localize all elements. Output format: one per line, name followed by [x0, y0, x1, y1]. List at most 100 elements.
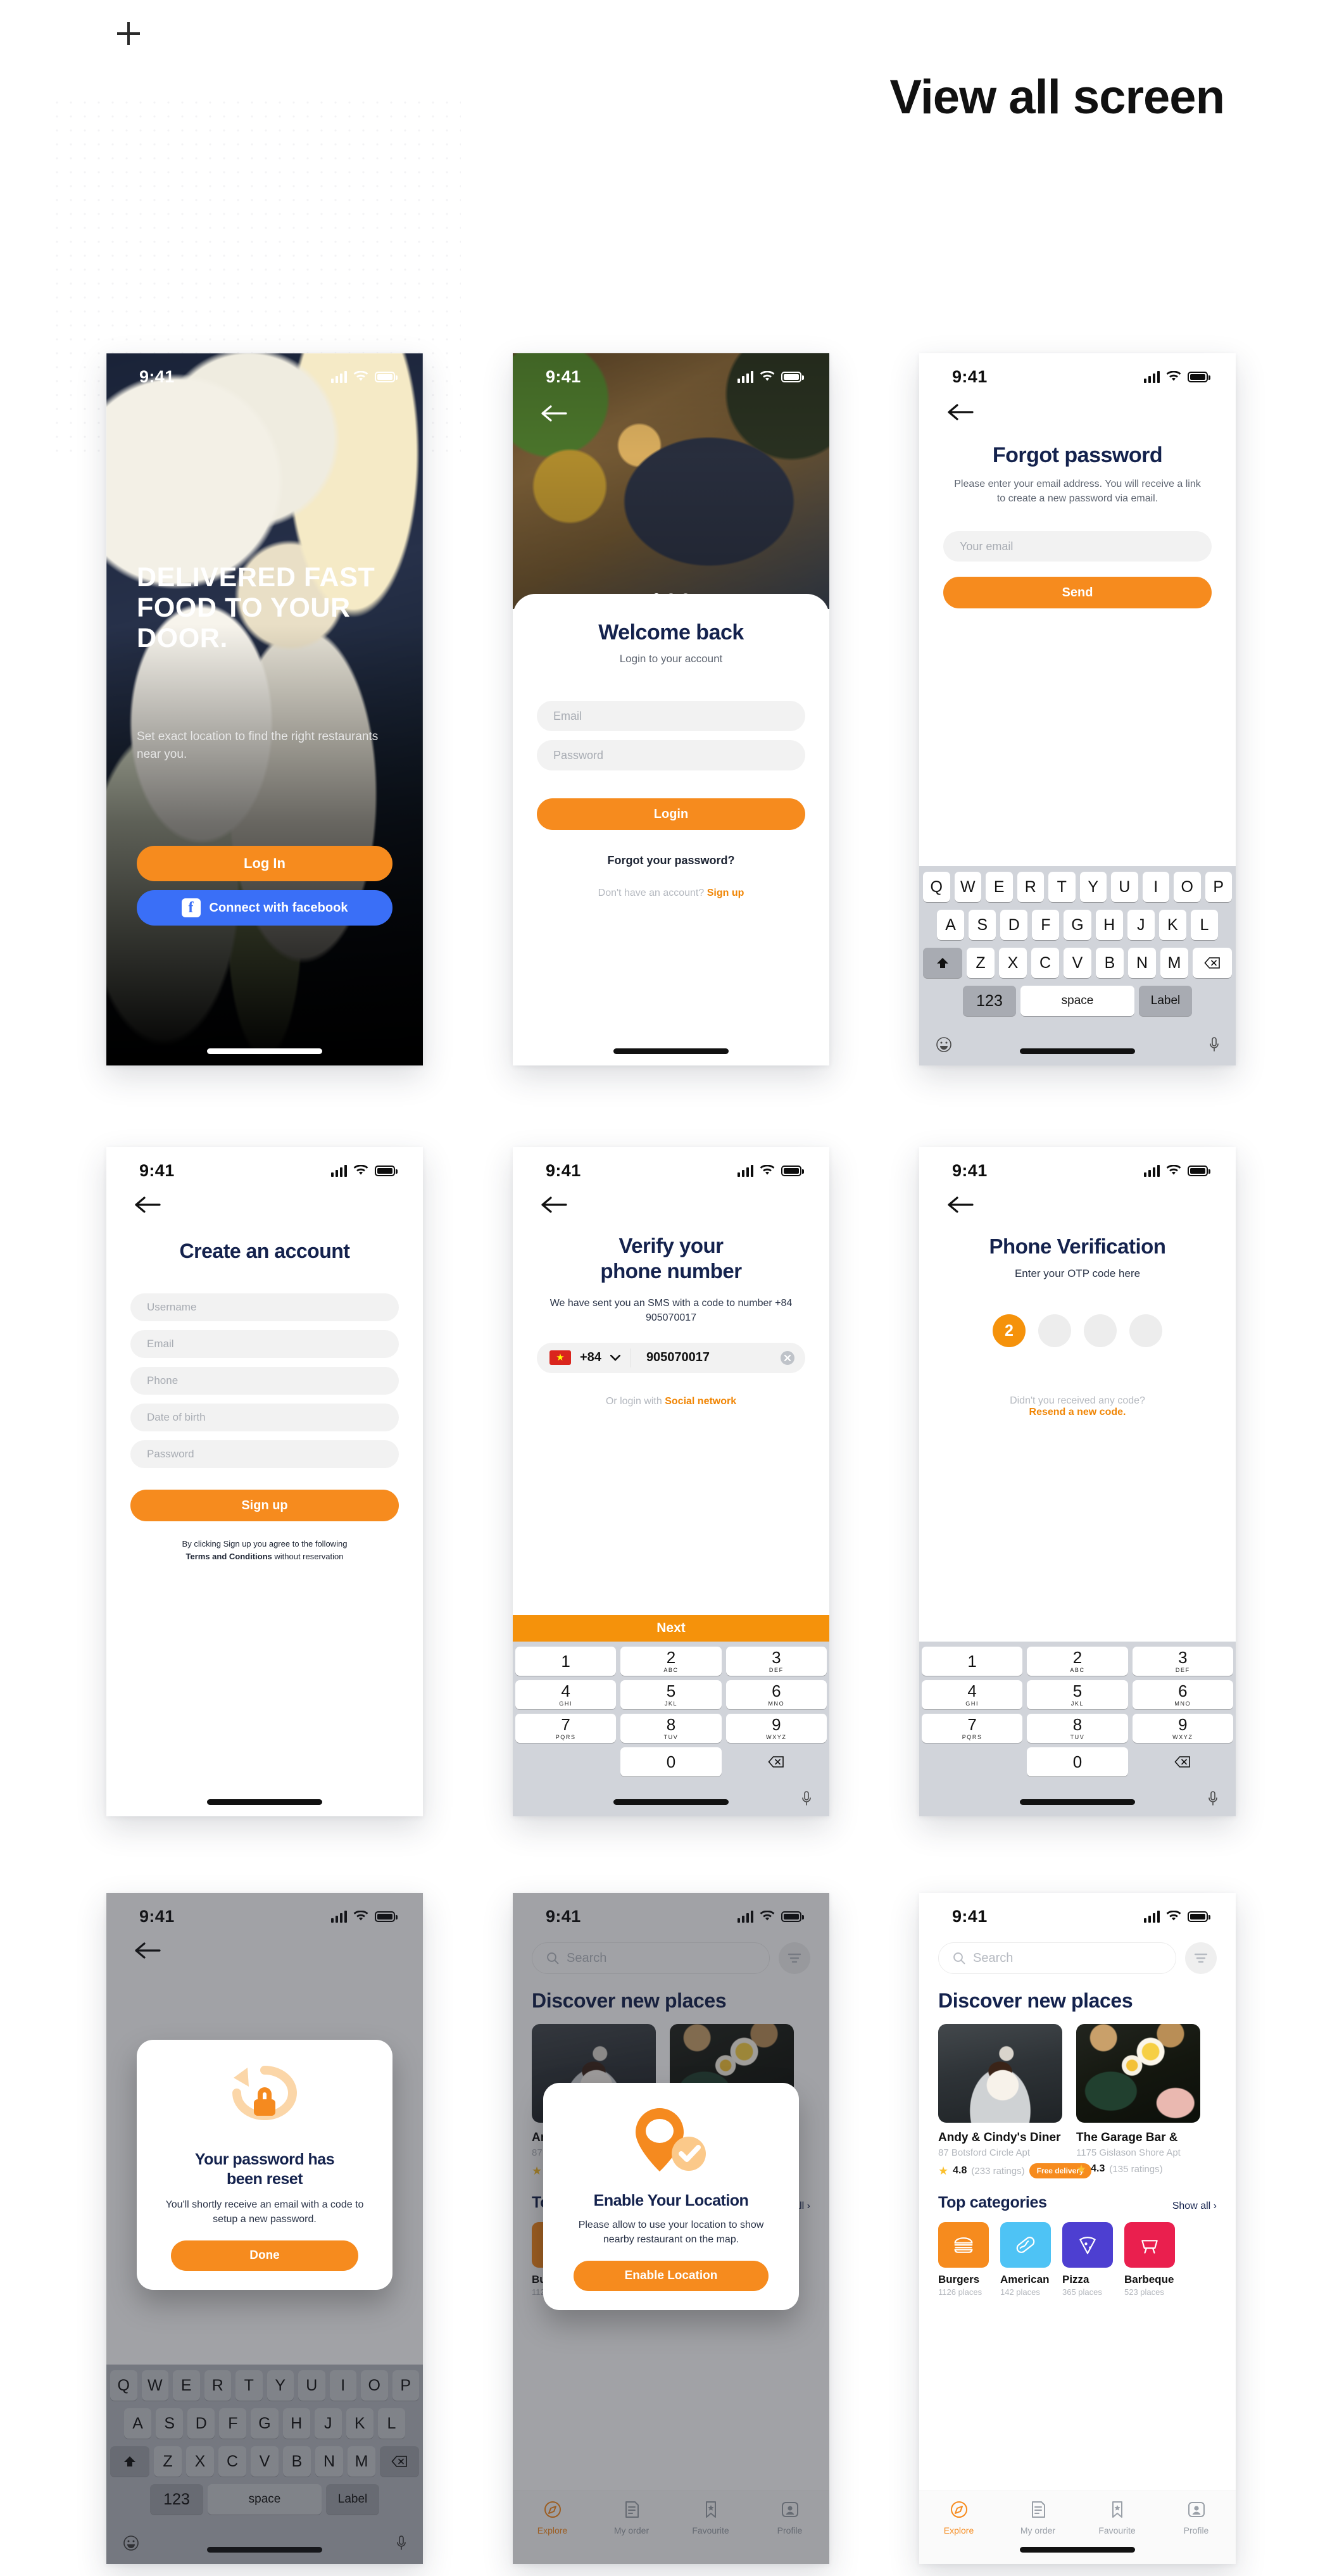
key-c[interactable]: C [1031, 948, 1059, 978]
keypad-backspace[interactable] [726, 1747, 827, 1776]
password-field[interactable]: Password [130, 1440, 399, 1468]
username-field[interactable]: Username [130, 1293, 399, 1321]
category-american[interactable]: American 142 places [1000, 2222, 1051, 2297]
key-w[interactable]: W [954, 872, 981, 902]
key-l[interactable]: L [1190, 910, 1218, 940]
back-button[interactable] [947, 403, 974, 422]
key-u[interactable]: U [1111, 872, 1138, 902]
tab-profile[interactable]: Profile [1157, 2500, 1236, 2535]
category-pizza[interactable]: Pizza 365 places [1062, 2222, 1113, 2297]
microphone-icon[interactable] [1207, 1790, 1219, 1807]
key-a[interactable]: A [937, 910, 965, 940]
done-button[interactable]: Done [171, 2240, 358, 2271]
otp-slot-4[interactable] [1129, 1314, 1162, 1347]
keypad-key-2[interactable]: 2 ABC [1027, 1647, 1128, 1676]
keyboard[interactable]: QWERTYUIOP ASDFGHJKL ZXCVBNM 123 space L… [919, 866, 1236, 1065]
key-g[interactable]: G [1064, 910, 1091, 940]
email-input[interactable]: Your email [943, 531, 1212, 562]
keypad-key-2[interactable]: 2 ABC [620, 1647, 722, 1676]
keypad-key-7[interactable]: 7 PQRS [922, 1714, 1023, 1743]
back-button[interactable] [134, 1195, 161, 1214]
key-b[interactable]: B [1096, 948, 1124, 978]
chevron-down-icon[interactable] [610, 1354, 620, 1361]
microphone-icon[interactable] [1208, 1036, 1221, 1053]
keypad-key-3[interactable]: 3 DEF [725, 1647, 827, 1676]
key-e[interactable]: E [986, 872, 1013, 902]
key-i[interactable]: I [1142, 872, 1169, 902]
key-v[interactable]: V [1064, 948, 1091, 978]
otp-slot-2[interactable] [1038, 1314, 1071, 1347]
category-barbeque[interactable]: Barbeque 523 places [1124, 2222, 1175, 2297]
keypad-key-0[interactable]: 0 [1027, 1747, 1128, 1776]
numeric-keypad[interactable]: Next 1 2 ABC 3 DEF 4 GHI 5 JKL 6 MNO 7 PQRS 8 TUV 9 WXYZ… [513, 1615, 829, 1816]
keypad-key-5[interactable]: 5 JKL [620, 1680, 722, 1709]
phone-field[interactable]: Phone [130, 1367, 399, 1395]
keypad-key-7[interactable]: 7 PQRS [515, 1714, 617, 1743]
search-input[interactable]: Search [938, 1942, 1176, 1974]
send-button[interactable]: Send [943, 577, 1212, 609]
email-field[interactable]: Email [130, 1330, 399, 1358]
key-m[interactable]: M [1160, 948, 1188, 978]
keypad-key-6[interactable]: 6 MNO [725, 1680, 827, 1709]
key-o[interactable]: O [1174, 872, 1201, 902]
space-key[interactable]: space [1020, 986, 1134, 1016]
key-j[interactable]: J [1127, 910, 1155, 940]
keypad-key-4[interactable]: 4 GHI [515, 1680, 617, 1709]
restaurant-card[interactable]: Andy & Cindy's Diner 87 Botsford Circle … [938, 2024, 1091, 2178]
social-network-link[interactable]: Social network [665, 1396, 736, 1407]
key-z[interactable]: Z [967, 948, 995, 978]
phone-input-row[interactable]: ★ +84 905070017 [537, 1342, 805, 1373]
country-code[interactable]: +84 [580, 1350, 601, 1365]
filter-button[interactable] [1185, 1942, 1217, 1974]
show-all-link[interactable]: Show all › [1172, 2201, 1217, 2212]
microphone-icon[interactable] [800, 1790, 813, 1807]
keypad-key-9[interactable]: 9 WXYZ [1132, 1714, 1233, 1743]
password-field[interactable]: Password [537, 740, 805, 770]
keypad-key-1[interactable]: 1 [922, 1647, 1023, 1676]
key-t[interactable]: T [1048, 872, 1076, 902]
shift-key[interactable] [923, 948, 962, 978]
keypad-key-1[interactable]: 1 [515, 1647, 617, 1676]
otp-input-group[interactable]: 2 [919, 1314, 1236, 1347]
back-button[interactable] [541, 1195, 567, 1214]
add-icon[interactable] [117, 22, 140, 45]
tab-favourite[interactable]: Favourite [1077, 2500, 1157, 2535]
key-y[interactable]: Y [1079, 872, 1107, 902]
phone-number-value[interactable]: 905070017 [646, 1350, 771, 1365]
tab-explore[interactable]: Explore [919, 2500, 998, 2535]
key-n[interactable]: N [1128, 948, 1156, 978]
label-key[interactable]: Label [1139, 986, 1192, 1016]
terms-link[interactable]: Terms and Conditions [186, 1552, 272, 1561]
facebook-connect-button[interactable]: f Connect with facebook [137, 890, 392, 926]
keypad-key-9[interactable]: 9 WXYZ [725, 1714, 827, 1743]
back-button[interactable] [541, 404, 567, 423]
resend-link[interactable]: Resend a new code. [1029, 1407, 1126, 1417]
back-button[interactable] [947, 1195, 974, 1214]
login-button[interactable]: Log In [137, 846, 392, 881]
numbers-key[interactable]: 123 [963, 986, 1016, 1016]
backspace-key[interactable] [1193, 948, 1232, 978]
key-s[interactable]: S [969, 910, 996, 940]
restaurant-card[interactable]: The Garage Bar & 1175 Gislason Shore Apt… [1076, 2024, 1200, 2178]
tab-my-order[interactable]: My order [998, 2500, 1077, 2535]
key-f[interactable]: F [1032, 910, 1060, 940]
otp-slot-1[interactable]: 2 [993, 1314, 1026, 1347]
keypad-key-8[interactable]: 8 TUV [1027, 1714, 1128, 1743]
enable-location-button[interactable]: Enable Location [574, 2261, 769, 2292]
numeric-keypad[interactable]: 1 2 ABC 3 DEF 4 GHI 5 JKL 6 MNO 7 PQRS 8 TUV 9 WXYZ 0 [919, 1642, 1236, 1816]
forgot-password-link[interactable]: Forgot your password? [513, 854, 829, 867]
otp-slot-3[interactable] [1084, 1314, 1117, 1347]
key-p[interactable]: P [1205, 872, 1232, 902]
key-x[interactable]: X [999, 948, 1027, 978]
emoji-icon[interactable] [936, 1036, 952, 1053]
key-r[interactable]: R [1017, 872, 1044, 902]
keypad-key-5[interactable]: 5 JKL [1027, 1680, 1128, 1709]
clear-input-icon[interactable] [780, 1350, 795, 1366]
keypad-key-3[interactable]: 3 DEF [1132, 1647, 1233, 1676]
keypad-key-6[interactable]: 6 MNO [1132, 1680, 1233, 1709]
key-q[interactable]: Q [923, 872, 950, 902]
signup-button[interactable]: Sign up [130, 1490, 399, 1521]
keypad-key-0[interactable]: 0 [620, 1747, 722, 1776]
next-button[interactable]: Next [513, 1615, 829, 1642]
signup-link[interactable]: Sign up [707, 888, 744, 898]
